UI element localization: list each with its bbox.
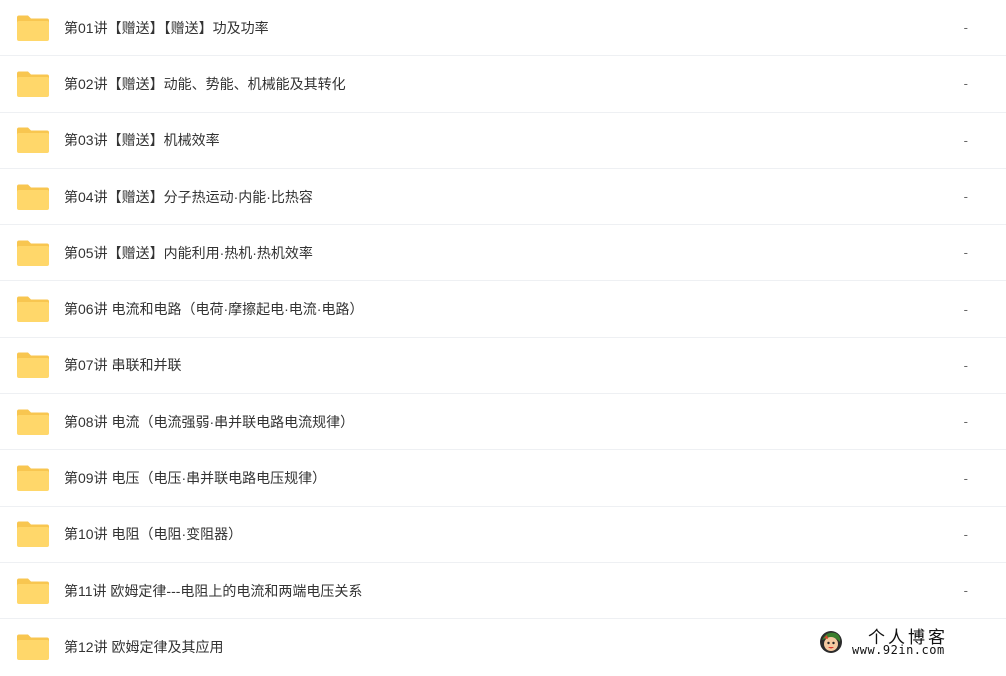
folder-size: - — [963, 414, 968, 430]
file-list: 第01讲【赠送】【赠送】功及功率 - 第02讲【赠送】动能、势能、机械能及其转化… — [0, 0, 1006, 676]
folder-size: - — [963, 526, 968, 542]
folder-name[interactable]: 第10讲 电阻（电阻·变阻器） — [64, 524, 242, 544]
folder-icon — [16, 520, 50, 548]
folder-row[interactable]: 第08讲 电流（电流强弱·串并联电路电流规律） - — [0, 394, 1006, 451]
folder-size: - — [963, 189, 968, 205]
folder-name[interactable]: 第07讲 串联和并联 — [64, 355, 181, 375]
folder-size: - — [963, 357, 968, 373]
folder-name[interactable]: 第08讲 电流（电流强弱·串并联电路电流规律） — [64, 412, 354, 432]
folder-size: - — [963, 132, 968, 148]
folder-icon — [16, 408, 50, 436]
folder-icon — [16, 70, 50, 98]
folder-row[interactable]: 第05讲【赠送】内能利用·热机·热机效率 - — [0, 225, 1006, 282]
folder-icon — [16, 239, 50, 267]
folder-name[interactable]: 第03讲【赠送】机械效率 — [64, 130, 220, 150]
folder-row[interactable]: 第10讲 电阻（电阻·变阻器） - — [0, 507, 1006, 563]
folder-icon — [16, 295, 50, 323]
watermark-url: www.92in.com — [852, 643, 945, 657]
folder-row[interactable]: 第01讲【赠送】【赠送】功及功率 - — [0, 0, 1006, 57]
folder-icon — [16, 351, 50, 379]
folder-size: - — [963, 76, 968, 92]
avatar-icon — [818, 629, 844, 655]
folder-row[interactable]: 第03讲【赠送】机械效率 - — [0, 113, 1006, 169]
folder-name[interactable]: 第02讲【赠送】动能、势能、机械能及其转化 — [64, 74, 346, 94]
folder-icon — [16, 577, 50, 605]
folder-name[interactable]: 第01讲【赠送】【赠送】功及功率 — [64, 18, 269, 38]
folder-size: - — [963, 583, 968, 599]
folder-icon — [16, 633, 50, 661]
folder-size: - — [963, 301, 968, 317]
folder-row[interactable]: 第04讲【赠送】分子热运动·内能·比热容 - — [0, 169, 1006, 226]
folder-size: - — [963, 20, 968, 36]
folder-name[interactable]: 第05讲【赠送】内能利用·热机·热机效率 — [64, 243, 313, 263]
folder-row[interactable]: 第06讲 电流和电路（电荷·摩擦起电·电流·电路） - — [0, 281, 1006, 338]
folder-row[interactable]: 第09讲 电压（电压·串并联电路电压规律） - — [0, 450, 1006, 507]
folder-name[interactable]: 第09讲 电压（电压·串并联电路电压规律） — [64, 468, 326, 488]
folder-name[interactable]: 第04讲【赠送】分子热运动·内能·比热容 — [64, 187, 313, 207]
folder-size: - — [963, 245, 968, 261]
folder-name[interactable]: 第06讲 电流和电路（电荷·摩擦起电·电流·电路） — [64, 299, 363, 319]
folder-icon — [16, 464, 50, 492]
folder-icon — [16, 183, 50, 211]
folder-icon — [16, 126, 50, 154]
folder-name[interactable]: 第12讲 欧姆定律及其应用 — [64, 637, 223, 657]
blog-watermark: 个人博客 www.92in.com — [818, 625, 988, 661]
folder-row[interactable]: 第07讲 串联和并联 - — [0, 338, 1006, 395]
folder-row[interactable]: 第02讲【赠送】动能、势能、机械能及其转化 - — [0, 56, 1006, 113]
folder-row[interactable]: 第11讲 欧姆定律---电阻上的电流和两端电压关系 - — [0, 563, 1006, 620]
folder-size: - — [963, 470, 968, 486]
folder-name[interactable]: 第11讲 欧姆定律---电阻上的电流和两端电压关系 — [64, 581, 362, 601]
folder-icon — [16, 14, 50, 42]
